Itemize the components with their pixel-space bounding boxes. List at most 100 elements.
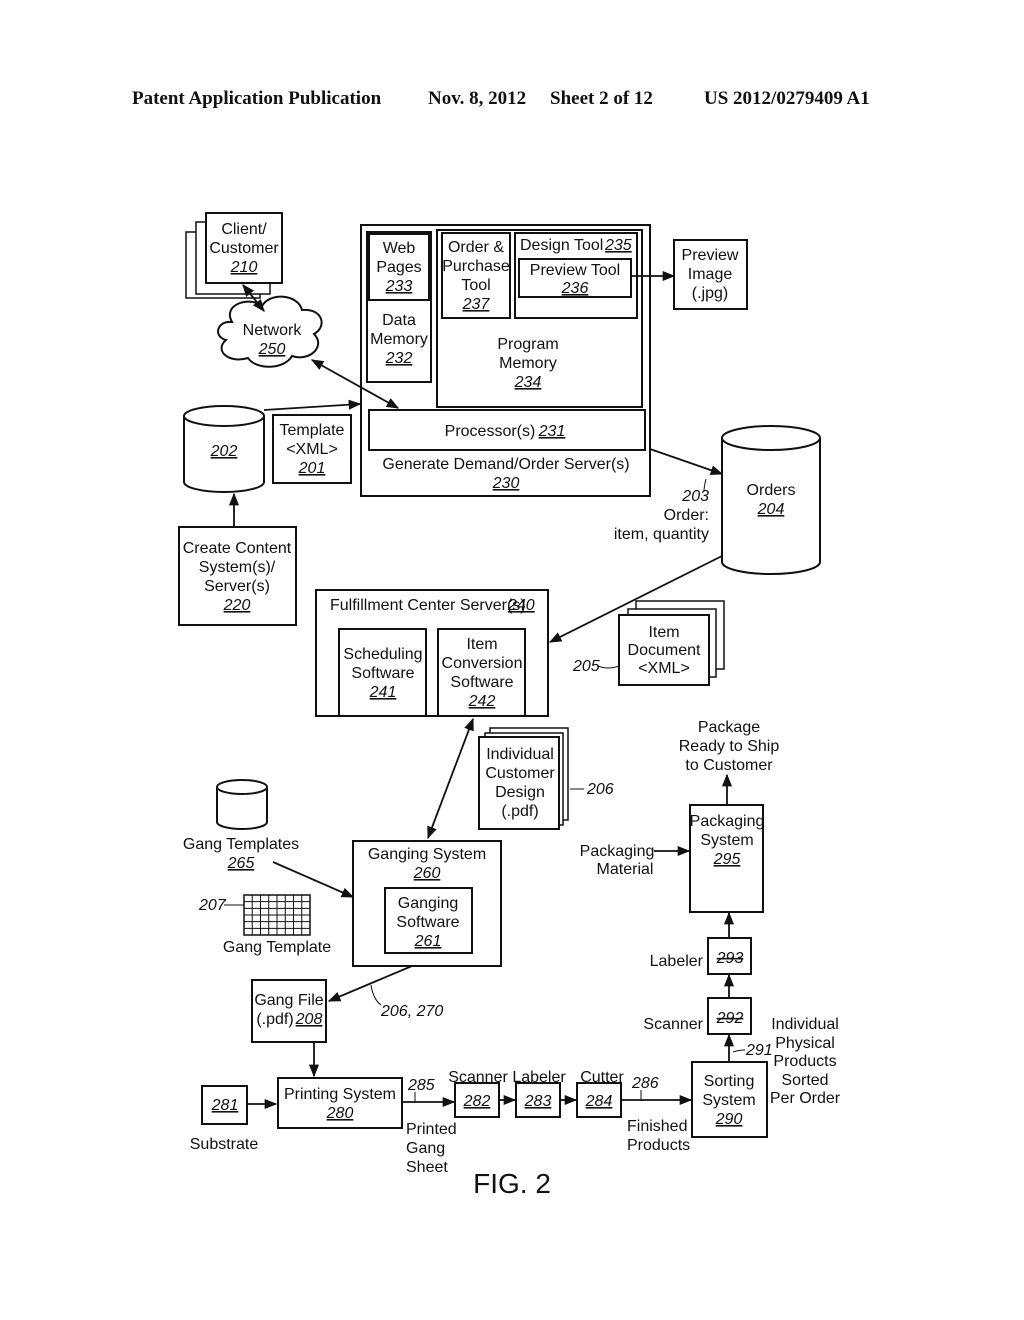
sorted-ref: 291 <box>745 1042 773 1059</box>
create-content-ref: 220 <box>223 597 251 614</box>
create-content-label-1: Create Content <box>183 540 292 557</box>
figure-diagram: Client/ Customer 210 Network 250 202 Tem… <box>178 212 841 1199</box>
labeler283-label: Labeler <box>512 1069 566 1086</box>
design-tool-label: Design Tool <box>520 237 603 254</box>
orders-database-204: Orders 204 <box>721 425 821 575</box>
database-202: 202 <box>183 405 265 493</box>
program-memory-ref: 234 <box>514 374 542 391</box>
item-document-label-1: Item <box>648 624 679 641</box>
sorting-system-290: Sorting System 290 <box>691 1061 768 1138</box>
fulfillment-label: Fulfillment Center Server(s) <box>330 597 526 614</box>
customer-design-label-4: (.pdf) <box>501 803 538 820</box>
gang-templates-ref: 265 <box>227 855 255 872</box>
customer-design-label-2: Customer <box>485 765 555 782</box>
labeler-293: 293 Labeler <box>650 937 752 975</box>
item-conversion-label-1: Item <box>466 636 497 653</box>
gang-file-label-1: Gang File <box>254 992 323 1009</box>
sorted-leader <box>732 1049 746 1053</box>
scanner282-ref: 282 <box>463 1093 491 1110</box>
processor-ref: 231 <box>538 423 566 440</box>
item-document-stack: Item Document <XML> 205 <box>572 600 725 686</box>
client-ref: 210 <box>230 259 258 276</box>
packaging-material-label-1: Packaging <box>580 843 655 860</box>
fulfillment-ref: 240 <box>507 597 535 614</box>
gang-template-label: Gang Template <box>223 939 331 956</box>
arrow-fulfillment-ganging <box>427 717 474 840</box>
customer-design-stack: Individual Customer Design (.pdf) 206 <box>478 727 614 830</box>
order-arrow-label-2: item, quantity <box>614 526 709 543</box>
sorted-label-1: Individual <box>771 1016 839 1033</box>
scanner-292: 292 Scanner <box>643 997 752 1035</box>
sorting-label-1: Sorting <box>704 1073 755 1090</box>
item-conversion-label-3: Software <box>450 674 513 691</box>
client-customer-node: Client/ Customer 210 <box>185 212 283 299</box>
ganging-software-label-2: Software <box>396 914 459 931</box>
scanner292-label: Scanner <box>643 1016 703 1033</box>
server230-label: Generate Demand/Order Server(s) <box>382 456 629 473</box>
gang-file-208: Gang File (.pdf) 208 <box>251 979 327 1043</box>
labeler293-ref: 293 <box>716 950 744 967</box>
finished-label-2: Products <box>627 1137 690 1154</box>
ganging-system-ref: 260 <box>413 865 441 882</box>
web-pages-label-1: Web <box>383 240 416 257</box>
template-ref: 201 <box>298 460 326 477</box>
ship-label-2: Ready to Ship <box>679 738 780 755</box>
labeler293-label: Labeler <box>650 953 704 970</box>
ganging-system-label: Ganging System <box>368 846 486 863</box>
gang-template-ref: 207 <box>198 897 227 914</box>
cutter284-ref: 284 <box>585 1093 613 1110</box>
network-cloud: Network 250 <box>217 295 323 368</box>
printing-system-280: Printing System 280 <box>277 1077 403 1129</box>
packaging-label-2: System <box>700 832 753 849</box>
web-pages-ref: 233 <box>385 278 413 295</box>
gang-templates-db-265: Gang Templates 265 <box>183 779 299 872</box>
data-memory-ref: 232 <box>385 350 413 367</box>
arrow-db202-server <box>263 399 362 411</box>
preview-image-label-2: Image <box>688 266 733 283</box>
scanner-282: Scanner 282 <box>448 1069 508 1118</box>
create-content-label-3: Server(s) <box>204 578 270 595</box>
packaging-material-label-2: Material <box>597 861 654 878</box>
ship-label-3: to Customer <box>685 757 773 774</box>
ganging-system-260: Ganging System 260 Ganging Software 261 <box>352 840 502 967</box>
preview-image-label-1: Preview <box>682 247 739 264</box>
network-ref: 250 <box>258 341 286 358</box>
labeler-283: Labeler 283 <box>512 1069 566 1118</box>
substrate-label: Substrate <box>190 1136 259 1153</box>
program-memory-label-2: Memory <box>499 355 557 372</box>
client-label-2: Customer <box>209 240 279 257</box>
data-memory-label-1: Data <box>382 312 416 329</box>
template-label-1: Template <box>280 422 345 439</box>
preview-image-node: Preview Image (.jpg) <box>673 239 748 310</box>
sorted-label-5: Per Order <box>770 1090 841 1107</box>
order-tool-label-3: Tool <box>461 277 490 294</box>
data-memory-label-2: Memory <box>370 331 428 348</box>
ganging-software-ref: 261 <box>414 933 442 950</box>
processor-label: Processor(s) <box>445 423 536 440</box>
sorted-label-4: Sorted <box>781 1072 828 1089</box>
preview-tool-label: Preview Tool <box>530 262 620 279</box>
scheduling-label-2: Software <box>351 665 414 682</box>
scanner282-label: Scanner <box>448 1069 508 1086</box>
preview-tool-ref: 236 <box>561 280 589 297</box>
packaging-ref: 295 <box>713 851 741 868</box>
finished-ref: 286 <box>631 1075 659 1092</box>
client-label-1: Client/ <box>221 221 267 238</box>
create-content-label-2: System(s)/ <box>199 559 276 576</box>
customer-design-label-1: Individual <box>486 746 554 763</box>
arrow-ganging-gangfile <box>327 965 413 1002</box>
gang-file-arrow-leader <box>370 984 382 1006</box>
template-label-2: <XML> <box>286 441 338 458</box>
order-arrow-label-1: Order: <box>664 507 709 524</box>
sorted-label-3: Products <box>773 1053 836 1070</box>
gang-templates-label: Gang Templates <box>183 836 299 853</box>
template-xml-node: Template <XML> 201 <box>272 414 352 484</box>
fulfillment-server-240: Fulfillment Center Server(s) 240 Schedul… <box>315 589 549 717</box>
printed-sheet-label-3: Sheet <box>406 1159 448 1176</box>
gang-file-arrow-ref: 206, 270 <box>380 1003 443 1020</box>
labeler283-ref: 283 <box>524 1093 552 1110</box>
preview-image-label-3: (.jpg) <box>692 285 728 302</box>
printed-sheet-label-1: Printed <box>406 1121 457 1138</box>
order-arrow-ref: 203 <box>681 488 709 505</box>
scanner292-ref: 292 <box>716 1010 744 1027</box>
